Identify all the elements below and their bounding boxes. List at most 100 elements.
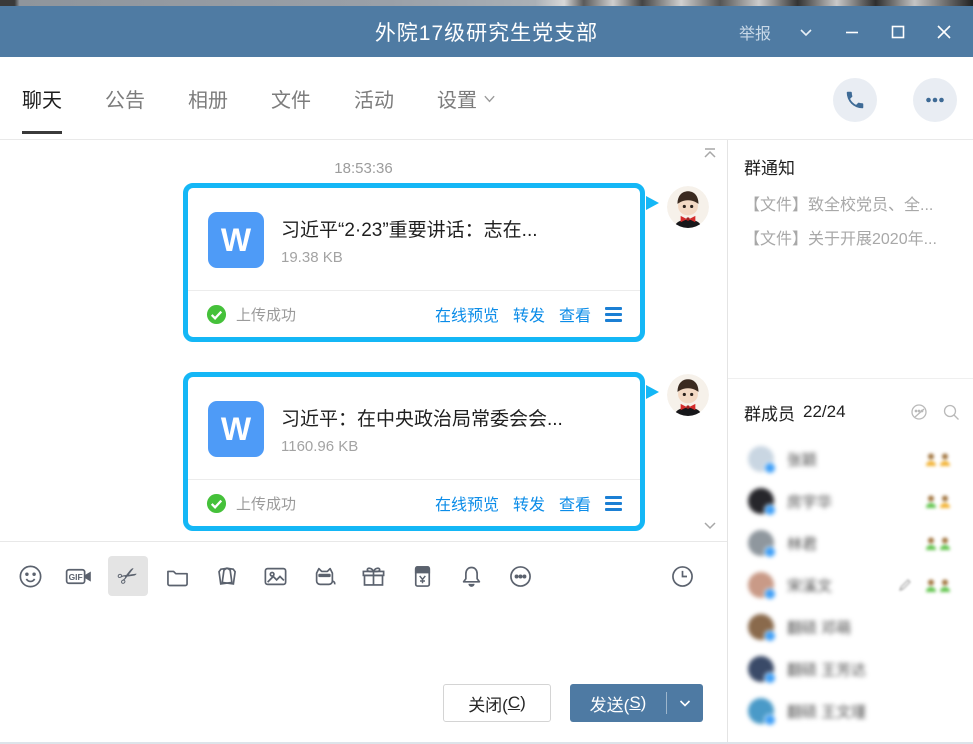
file-name: 习近平“2·23”重要讲话：志在... [281, 215, 538, 242]
scroll-to-bottom-icon[interactable] [701, 517, 719, 535]
member-row[interactable]: 翻硕 邓萌 [728, 606, 973, 648]
forward-link[interactable]: 转发 [513, 491, 545, 515]
close-chat-button[interactable]: 关闭(C) [443, 684, 551, 722]
send-button[interactable]: 发送(S) [570, 684, 703, 722]
send-options-chevron-icon[interactable] [667, 684, 703, 722]
tab-album[interactable]: 相册 [188, 57, 228, 139]
send-label-suffix: ) [641, 693, 647, 713]
member-row[interactable]: 林君 [728, 522, 973, 564]
tab-files[interactable]: 文件 [271, 57, 311, 139]
group-chat-window: 外院17级研究生党支部 举报 聊天 公告 相册 文件 活动 设置 [0, 0, 973, 744]
online-preview-link[interactable]: 在线预览 [435, 302, 499, 326]
settings-chevron-down-icon [483, 92, 496, 105]
forward-link[interactable]: 转发 [513, 302, 545, 326]
word-doc-icon: W [208, 401, 264, 457]
tab-announcements-label: 公告 [105, 84, 145, 113]
view-link[interactable]: 查看 [559, 302, 591, 326]
member-row[interactable]: 宋溪文 [728, 564, 973, 606]
message-input[interactable] [0, 601, 727, 681]
red-packet-icon[interactable] [402, 556, 442, 596]
screenshot-scissors-icon[interactable]: ✂ [108, 556, 148, 596]
group-more-button[interactable] [913, 78, 957, 122]
phone-icon [844, 89, 866, 111]
file-menu-icon[interactable] [605, 307, 622, 322]
chat-message-area: 18:53:36 W 习近平“2·23”重要讲话：志在... 19.38 KB … [0, 140, 727, 541]
word-doc-icon: W [208, 212, 264, 268]
upload-success-check-icon [206, 493, 227, 514]
member-row[interactable]: 翻硕 王文瑾 [728, 690, 973, 732]
close-label: 关闭( [468, 691, 508, 716]
meme-cat-icon[interactable] [304, 556, 344, 596]
titlebar-chevron-down-icon[interactable] [787, 13, 825, 51]
tabbar: 聊天 公告 相册 文件 活动 设置 [0, 57, 973, 140]
voice-call-button[interactable] [833, 78, 877, 122]
ellipsis-icon [923, 88, 947, 112]
send-image-icon[interactable] [255, 556, 295, 596]
member-title-badge-icon [925, 453, 951, 466]
member-avatar [748, 488, 774, 514]
file-message-footer: 上传成功 在线预览 转发 查看 [188, 479, 640, 526]
tab-album-label: 相册 [188, 84, 228, 113]
close-button[interactable] [925, 13, 963, 51]
gif-hot-video-icon[interactable]: GIF [59, 556, 99, 596]
upload-status: 上传成功 [236, 304, 421, 325]
member-list: 张颖 房宇华 林君 [728, 438, 973, 732]
tab-files-label: 文件 [271, 84, 311, 113]
bubble-tail [646, 196, 659, 210]
members-title: 群成员 [744, 400, 795, 425]
report-button[interactable]: 举报 [731, 20, 779, 44]
tab-chat-label: 聊天 [22, 84, 62, 113]
file-message-bubble: W 习近平：在中央政治局常委会会... 1160.96 KB 上传成功 在线预览… [183, 372, 645, 531]
input-panel-divider [0, 541, 727, 542]
file-info-row[interactable]: W 习近平：在中央政治局常委会会... 1160.96 KB [188, 377, 640, 479]
file-size: 1160.96 KB [281, 438, 563, 455]
member-row[interactable]: 翻硕 王芳达 [728, 648, 973, 690]
member-name: 房宇华 [787, 491, 925, 512]
member-title-badge-icon [925, 537, 951, 550]
tab-announcements[interactable]: 公告 [105, 57, 145, 139]
sender-avatar[interactable] [667, 374, 709, 416]
send-file-folder-icon[interactable] [157, 556, 197, 596]
titlebar: 外院17级研究生党支部 举报 [0, 6, 973, 57]
member-name: 翻硕 王芳达 [787, 659, 951, 680]
sender-avatar[interactable] [667, 186, 709, 228]
upload-success-check-icon [206, 304, 227, 325]
mute-members-icon[interactable] [909, 402, 929, 422]
maximize-button[interactable] [879, 13, 917, 51]
member-row[interactable]: 张颖 [728, 438, 973, 480]
edit-pencil-icon[interactable] [897, 577, 913, 593]
upload-status: 上传成功 [236, 493, 421, 514]
bell-icon[interactable] [451, 556, 491, 596]
member-name: 宋溪文 [787, 575, 897, 596]
notice-item[interactable]: 【文件】致全校党员、全... [744, 189, 959, 223]
notice-item[interactable]: 【文件】关于开展2020年... [744, 223, 959, 257]
search-members-icon[interactable] [941, 402, 961, 422]
member-title-badge-icon [925, 495, 951, 508]
group-notice-title: 群通知 [744, 154, 959, 179]
docs-icon[interactable] [206, 556, 246, 596]
file-menu-icon[interactable] [605, 496, 622, 511]
sidebar-divider [728, 378, 973, 379]
emoji-icon[interactable] [10, 556, 50, 596]
member-row[interactable]: 房宇华 [728, 480, 973, 522]
send-label: 发送( [590, 691, 630, 716]
tab-settings[interactable]: 设置 [437, 57, 496, 139]
tab-activities[interactable]: 活动 [354, 57, 394, 139]
message-history-clock-icon[interactable] [662, 556, 702, 596]
tab-chat[interactable]: 聊天 [22, 57, 62, 139]
minimize-button[interactable] [833, 13, 871, 51]
view-link[interactable]: 查看 [559, 491, 591, 515]
send-hotkey: S [629, 693, 640, 713]
member-avatar [748, 614, 774, 640]
gif-label: GIF [69, 571, 83, 581]
online-preview-link[interactable]: 在线预览 [435, 491, 499, 515]
members-count: 22/24 [803, 402, 897, 422]
file-info-row[interactable]: W 习近平“2·23”重要讲话：志在... 19.38 KB [188, 188, 640, 290]
file-message-footer: 上传成功 在线预览 转发 查看 [188, 290, 640, 337]
input-toolbar: GIF ✂ [0, 552, 727, 600]
member-avatar [748, 530, 774, 556]
more-tools-icon[interactable] [500, 556, 540, 596]
file-size: 19.38 KB [281, 249, 538, 266]
member-name: 张颖 [787, 449, 925, 470]
gift-icon[interactable] [353, 556, 393, 596]
